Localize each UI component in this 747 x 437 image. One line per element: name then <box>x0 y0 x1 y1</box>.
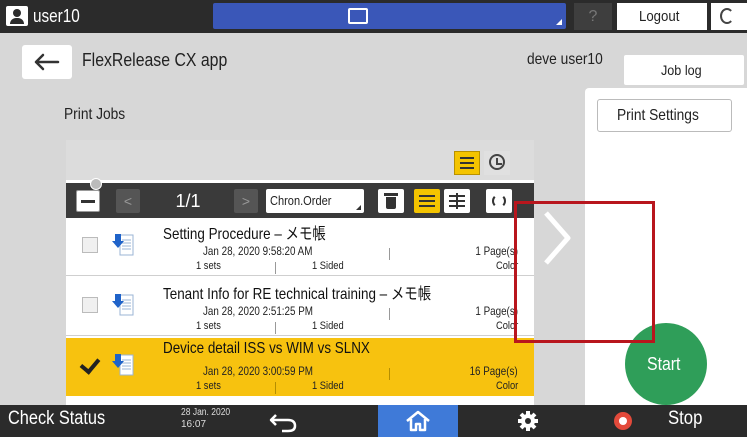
download-document-icon <box>112 294 134 316</box>
user-indicator[interactable]: user10 <box>6 5 88 27</box>
job-checkbox[interactable] <box>82 357 98 373</box>
list-layout-icon-line <box>419 200 435 202</box>
job-separator <box>275 382 276 394</box>
job-pages-value: 1 Page(s) <box>475 244 518 258</box>
clock: 28 Jan. 2020 16:07 <box>181 407 239 431</box>
download-document-icon <box>112 234 134 256</box>
list-layout-icon <box>419 195 435 197</box>
sort-order-select[interactable]: Chron.Order <box>266 189 364 213</box>
logout-button[interactable]: Logout <box>617 3 707 30</box>
job-pages: 1 Page(s) <box>426 244 518 258</box>
list-icon <box>460 157 474 159</box>
help-button[interactable]: ? <box>574 3 612 30</box>
prev-page-button[interactable]: < <box>116 189 140 213</box>
job-name: Tenant Info for RE technical training – … <box>163 286 432 303</box>
job-date: Jan 28, 2020 3:00:59 PM <box>203 364 313 378</box>
job-name: Device detail ISS vs WIM vs SLNX <box>163 340 370 357</box>
highlight-rectangle <box>514 201 655 343</box>
job-date: Jan 28, 2020 9:58:20 AM <box>203 244 313 258</box>
logout-label: Logout <box>639 8 680 25</box>
job-color-value: Color <box>495 380 518 392</box>
selection-badge <box>90 178 102 190</box>
job-row[interactable]: Setting Procedure – メモ帳 Jan 28, 2020 9:58… <box>66 218 534 276</box>
job-row[interactable]: Device detail ISS vs WIM vs SLNX Jan 28, … <box>66 338 534 396</box>
refresh-icon <box>492 194 506 208</box>
job-pages: 16 Page(s) <box>426 364 518 378</box>
section-title: Print Jobs <box>64 106 126 123</box>
power-icon <box>720 8 734 24</box>
app-header: FlexRelease CX app deve user10 Job log <box>0 33 747 88</box>
job-sided: 1 Sided <box>312 260 344 272</box>
select-all-checkbox[interactable] <box>76 190 100 212</box>
clock-icon <box>489 154 505 170</box>
clock-time: 16:07 <box>181 419 207 430</box>
username-label: user10 <box>33 5 80 26</box>
stop-button[interactable]: Stop <box>668 408 702 430</box>
refresh-button[interactable] <box>486 189 512 213</box>
history-view-toggle[interactable] <box>484 151 510 175</box>
list-view-toggle[interactable] <box>454 151 480 175</box>
job-sets: 1 sets <box>196 380 221 392</box>
list-icon-line <box>460 167 474 169</box>
gear-icon[interactable] <box>515 409 541 433</box>
job-log-label: Job log <box>661 62 703 78</box>
job-pages-value: 16 Page(s) <box>469 364 518 378</box>
detail-layout-button[interactable] <box>444 189 470 213</box>
job-separator <box>275 322 276 334</box>
job-list-panel: < 1/1 > Chron.Order Setting Procedure – … <box>66 140 534 407</box>
user-name-label: deve user10 <box>527 51 603 68</box>
sort-order-value: Chron.Order <box>270 193 332 208</box>
job-toolbar: < 1/1 > Chron.Order <box>66 178 534 218</box>
app-title: FlexRelease CX app <box>82 50 228 70</box>
print-settings-label: Print Settings <box>616 107 699 124</box>
return-arrow-icon[interactable] <box>268 409 300 433</box>
bottom-bar: Check Status 28 Jan. 2020 16:07 Stop <box>0 405 747 437</box>
job-sided: 1 Sided <box>312 380 344 392</box>
detail-layout-icon-divider <box>456 193 458 209</box>
job-checkbox[interactable] <box>82 237 98 253</box>
job-separator <box>389 248 390 260</box>
list-layout-button[interactable] <box>414 189 440 213</box>
list-icon-line <box>460 162 474 164</box>
job-sets: 1 sets <box>196 260 221 272</box>
back-button[interactable] <box>22 45 72 79</box>
job-sided: 1 Sided <box>312 320 344 332</box>
app-area: FlexRelease CX app deve user10 Job log P… <box>0 33 747 407</box>
home-icon <box>406 410 430 432</box>
extra-button[interactable] <box>711 3 747 30</box>
job-row[interactable]: Tenant Info for RE technical training – … <box>66 278 534 336</box>
clock-date: 28 Jan. 2020 <box>181 407 231 418</box>
job-pages: 1 Page(s) <box>426 304 518 318</box>
list-layout-icon-line <box>419 205 435 207</box>
home-button[interactable] <box>378 405 458 437</box>
device-status-icon <box>348 8 368 24</box>
expand-corner-icon <box>556 19 562 25</box>
print-settings-button[interactable]: Print Settings <box>597 99 732 132</box>
job-pages-value: 1 Page(s) <box>475 304 518 318</box>
stop-icon[interactable] <box>614 412 632 430</box>
user-icon <box>6 6 28 26</box>
job-color-mode: Color <box>426 320 518 332</box>
top-status-bar: user10 ? Logout <box>0 0 747 33</box>
job-date: Jan 28, 2020 2:51:25 PM <box>203 304 313 318</box>
check-status-button[interactable]: Check Status <box>8 408 105 430</box>
job-color-mode: Color <box>426 260 518 272</box>
page-indicator: 1/1 <box>175 191 201 211</box>
arrow-left-icon <box>22 45 72 79</box>
job-separator <box>389 368 390 380</box>
notification-bar[interactable] <box>213 3 566 29</box>
job-checkbox[interactable] <box>82 297 98 313</box>
delete-button[interactable] <box>378 189 404 213</box>
job-color-mode: Color <box>426 380 518 392</box>
job-separator <box>275 262 276 274</box>
job-sets: 1 sets <box>196 320 221 332</box>
next-page-button[interactable]: > <box>234 189 258 213</box>
job-name: Setting Procedure – メモ帳 <box>163 226 326 243</box>
job-separator <box>389 308 390 320</box>
view-switcher-bar <box>66 140 534 180</box>
download-document-icon <box>112 354 134 376</box>
job-log-button[interactable]: Job log <box>624 55 744 85</box>
